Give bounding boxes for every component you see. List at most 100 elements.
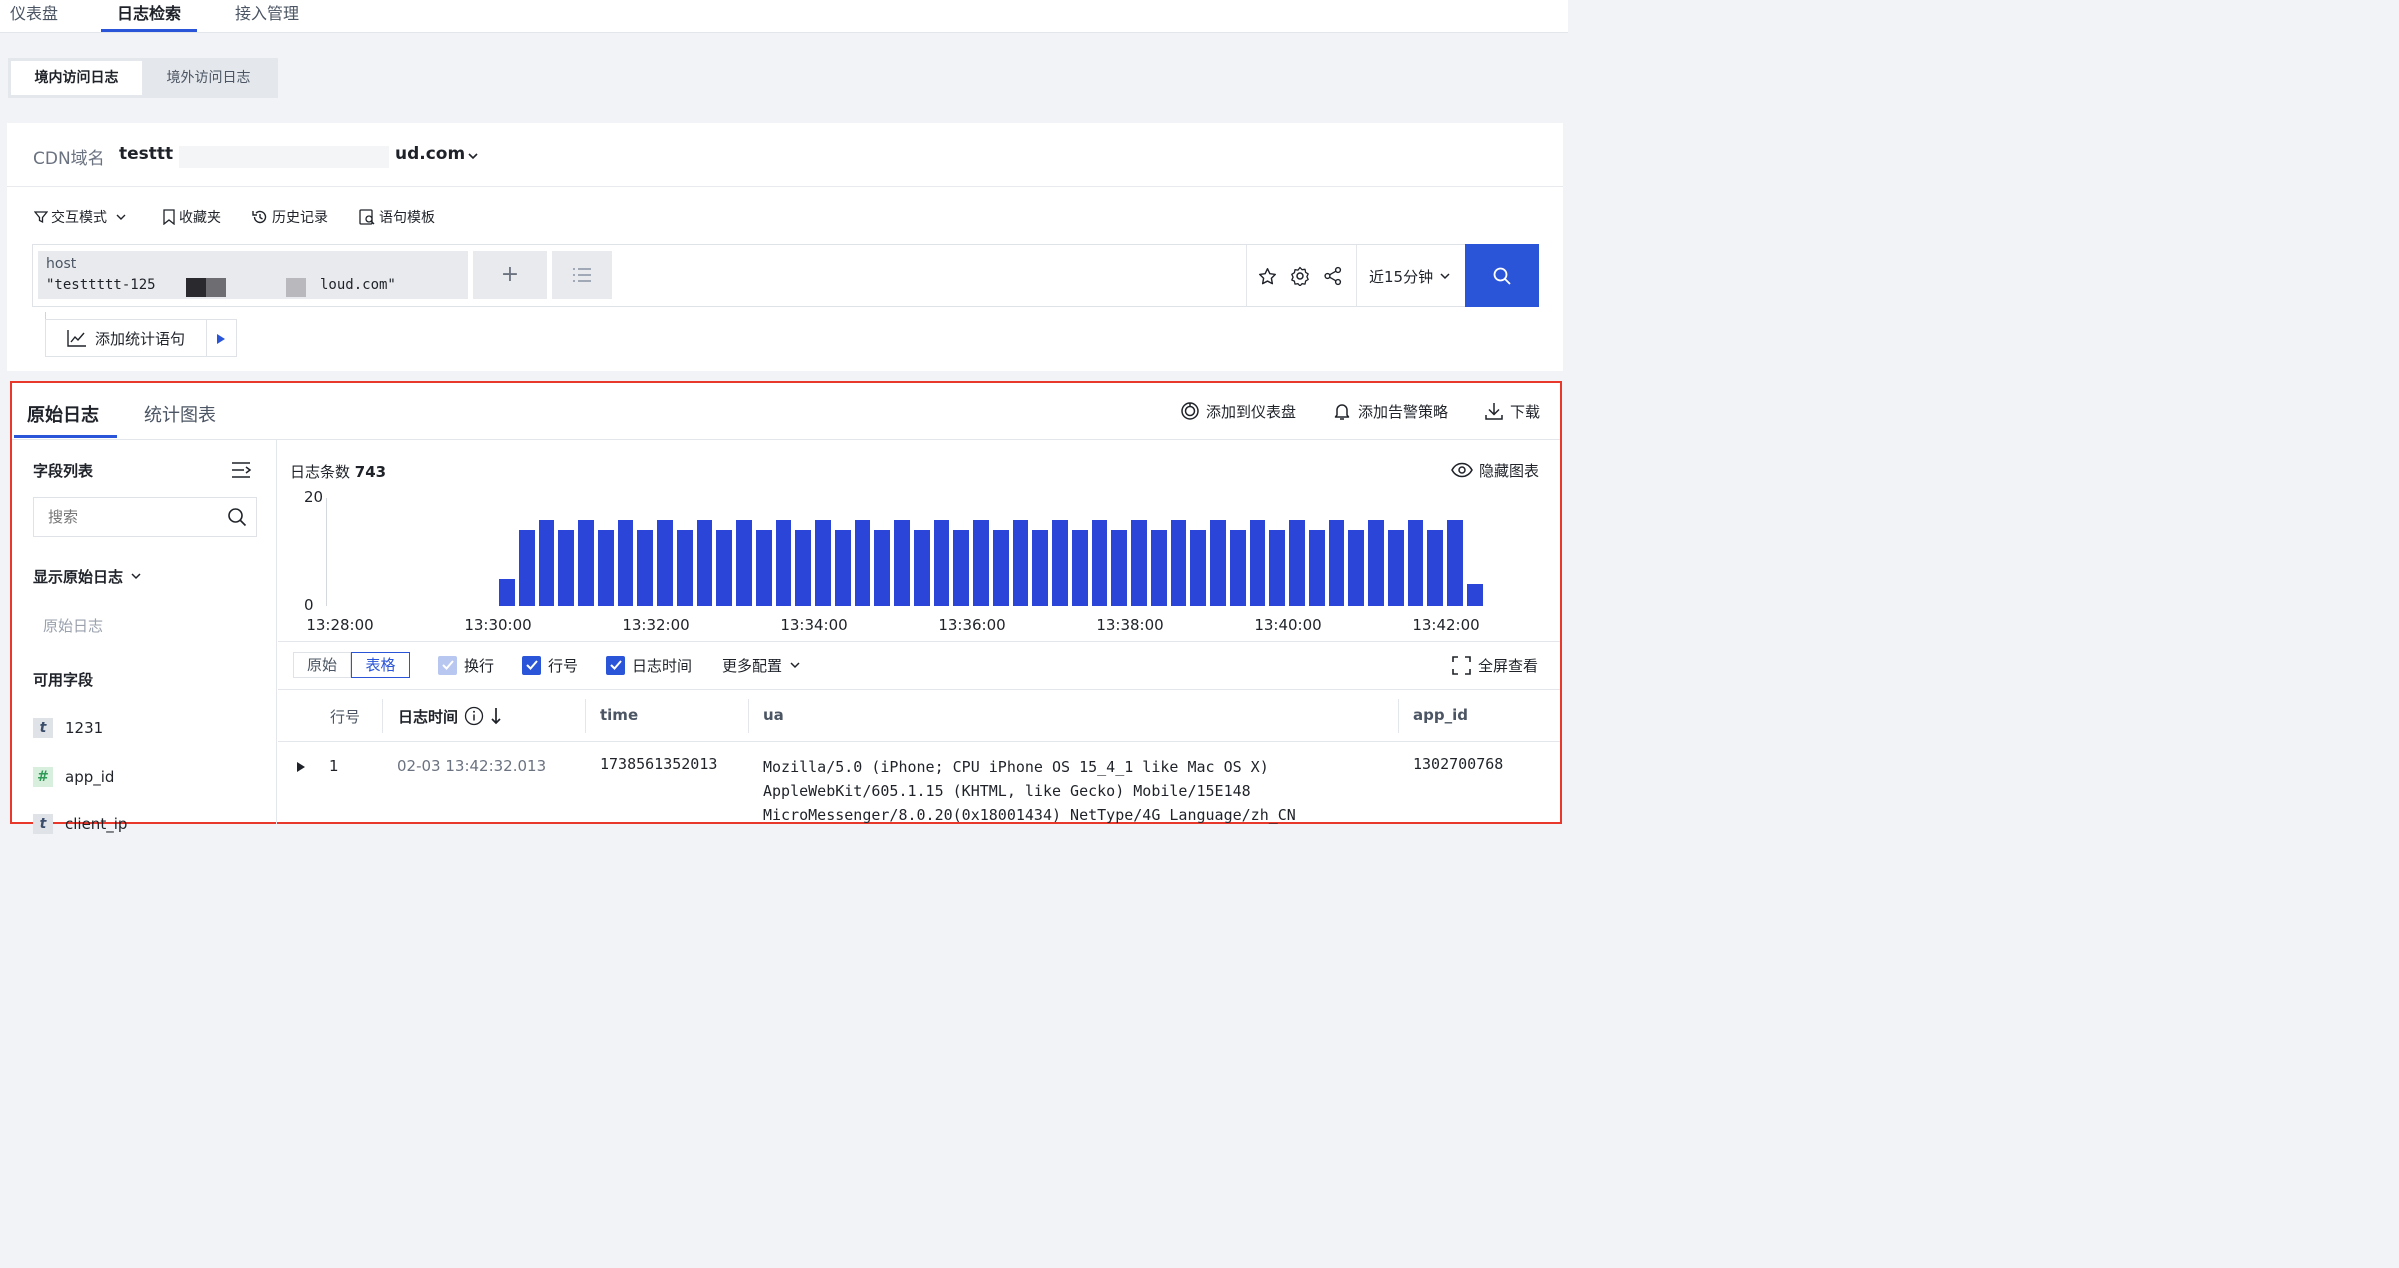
histogram-bar[interactable] <box>1032 530 1048 606</box>
histogram-bar[interactable] <box>775 519 792 606</box>
bookmark-icon <box>163 209 175 225</box>
histogram-bar[interactable] <box>795 530 811 606</box>
add-to-dashboard-button[interactable]: 添加到仪表盘 <box>1180 400 1296 422</box>
column-header-time[interactable]: time <box>600 706 638 724</box>
histogram-bar[interactable] <box>933 519 950 606</box>
table-view-button[interactable]: 表格 <box>351 652 410 678</box>
histogram-bar[interactable] <box>854 519 871 606</box>
star-icon[interactable] <box>1258 267 1277 286</box>
histogram-bar[interactable] <box>913 530 930 606</box>
histogram-bar[interactable] <box>676 530 693 606</box>
histogram-bar[interactable] <box>992 530 1009 606</box>
add-condition-button[interactable]: + <box>473 251 547 299</box>
histogram-bar[interactable] <box>558 530 574 606</box>
field-item[interactable]: # app_id <box>33 766 114 788</box>
play-icon[interactable] <box>216 333 226 345</box>
hide-chart-button[interactable]: 隐藏图表 <box>1451 460 1539 480</box>
histogram-bar[interactable] <box>499 579 515 606</box>
histogram-bar[interactable] <box>1368 519 1384 606</box>
favorites-button[interactable]: 收藏夹 <box>162 206 221 228</box>
histogram-bar[interactable] <box>1249 519 1266 606</box>
field-search-box <box>33 497 257 537</box>
tab-log-search[interactable]: 日志检索 <box>101 0 197 32</box>
query-condition-pill[interactable]: host "testtttt-125 loud.com" <box>38 251 468 299</box>
tab-statistics-chart[interactable]: 统计图表 <box>144 401 216 427</box>
histogram-bar[interactable] <box>1328 519 1345 606</box>
more-config-dropdown[interactable]: 更多配置 <box>722 655 802 675</box>
histogram-bar[interactable] <box>1466 584 1483 606</box>
column-header-ua[interactable]: ua <box>763 706 784 724</box>
histogram-bar[interactable] <box>1407 519 1424 606</box>
domain-select[interactable]: testtt ud.com <box>119 144 479 168</box>
add-stat-button[interactable]: 添加统计语句 <box>67 328 185 348</box>
sort-descending-icon[interactable] <box>490 707 502 725</box>
history-button[interactable]: 历史记录 <box>251 206 328 228</box>
expand-arrow-icon[interactable] <box>296 761 306 773</box>
histogram-bar[interactable] <box>1289 519 1305 606</box>
histogram-bar[interactable] <box>716 530 732 606</box>
histogram-bar[interactable] <box>1111 530 1127 606</box>
histogram-bar[interactable] <box>1308 530 1325 606</box>
log-time-checkbox[interactable]: 日志时间 <box>606 655 692 675</box>
raw-view-button[interactable]: 原始 <box>293 652 351 678</box>
field-search-input[interactable] <box>35 499 215 535</box>
field-item[interactable]: t client_ip <box>33 813 127 835</box>
show-raw-log-toggle[interactable]: 显示原始日志 <box>33 566 143 586</box>
histogram-bar[interactable] <box>1387 530 1404 606</box>
histogram-bar[interactable] <box>696 519 713 606</box>
histogram-bar[interactable] <box>815 519 831 606</box>
tab-access-management[interactable]: 接入管理 <box>235 0 299 32</box>
column-header-app-id[interactable]: app_id <box>1413 706 1468 724</box>
histogram-bar[interactable] <box>1052 519 1068 606</box>
tab-raw-logs[interactable]: 原始日志 <box>27 401 99 427</box>
histogram-bar[interactable] <box>1427 530 1443 606</box>
time-range-select[interactable]: 近15分钟 <box>1369 266 1451 286</box>
condition-list-button[interactable] <box>552 251 612 299</box>
histogram-bar[interactable] <box>1229 530 1246 606</box>
download-button[interactable]: 下载 <box>1484 400 1540 422</box>
histogram-bar[interactable] <box>518 530 535 606</box>
wrap-checkbox[interactable]: 换行 <box>438 655 494 675</box>
histogram-bar[interactable] <box>755 530 772 606</box>
histogram-bar[interactable] <box>973 519 989 606</box>
histogram-bar[interactable] <box>578 519 594 606</box>
fullscreen-button[interactable]: 全屏查看 <box>1452 655 1538 675</box>
histogram-bar[interactable] <box>894 519 910 606</box>
interaction-mode-button[interactable]: 交互模式 <box>34 206 128 228</box>
tab-overseas-logs[interactable]: 境外访问日志 <box>142 61 275 95</box>
tab-domestic-logs[interactable]: 境内访问日志 <box>11 61 142 95</box>
field-item[interactable]: t 1231 <box>33 717 103 739</box>
raw-log-field[interactable]: 原始日志 <box>43 615 103 636</box>
histogram-bar[interactable] <box>953 530 969 606</box>
histogram-bar[interactable] <box>1348 530 1364 606</box>
histogram-bar[interactable] <box>1012 519 1029 606</box>
histogram-bar[interactable] <box>1447 519 1463 606</box>
histogram-bar[interactable] <box>657 519 673 606</box>
histogram-bar[interactable] <box>1269 530 1285 606</box>
histogram-bar[interactable] <box>538 519 555 606</box>
histogram-bar[interactable] <box>874 530 890 606</box>
add-alarm-button[interactable]: 添加告警策略 <box>1332 400 1448 422</box>
histogram-bar[interactable] <box>1190 530 1206 606</box>
line-number-checkbox[interactable]: 行号 <box>522 655 578 675</box>
histogram-bar[interactable] <box>1150 530 1167 606</box>
histogram-bar[interactable] <box>597 530 614 606</box>
histogram-bar[interactable] <box>1131 519 1147 606</box>
template-button[interactable]: 语句模板 <box>358 206 435 228</box>
histogram-bar[interactable] <box>1071 530 1088 606</box>
histogram-bar[interactable] <box>834 530 851 606</box>
tab-dashboard[interactable]: 仪表盘 <box>10 0 58 32</box>
histogram-bar[interactable] <box>1210 519 1226 606</box>
row-line-number: 1 <box>329 757 339 775</box>
column-header-log-time[interactable]: 日志时间 <box>398 705 502 727</box>
search-button[interactable] <box>1465 244 1539 307</box>
histogram-bar[interactable] <box>1091 519 1108 606</box>
collapse-menu-icon[interactable] <box>230 461 252 479</box>
histogram-bar[interactable] <box>637 530 653 606</box>
histogram-bar[interactable] <box>1170 519 1187 606</box>
share-icon[interactable] <box>1323 266 1343 286</box>
histogram-bar[interactable] <box>617 519 634 606</box>
search-icon[interactable] <box>227 507 247 527</box>
histogram-bar[interactable] <box>736 519 752 606</box>
gear-icon[interactable] <box>1290 266 1310 286</box>
